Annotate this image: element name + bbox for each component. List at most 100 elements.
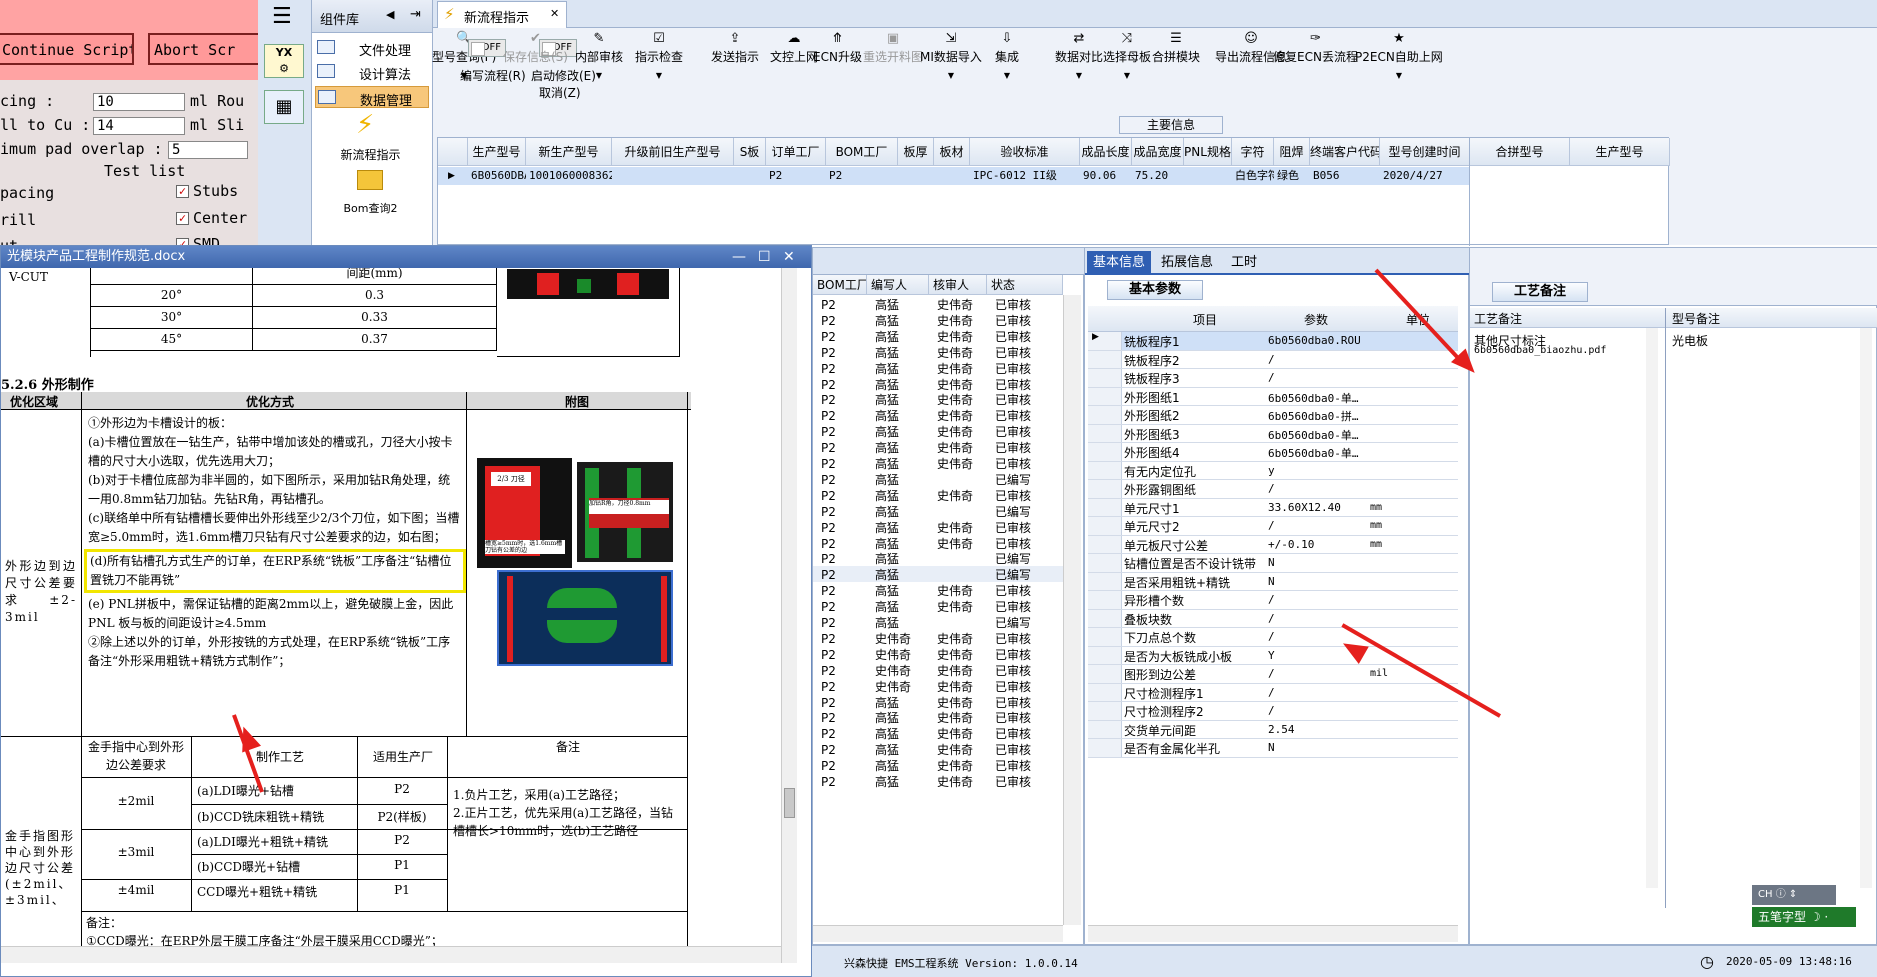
tab-basic-info[interactable]: 基本信息	[1087, 251, 1152, 275]
pad-overlap-input[interactable]: 5	[168, 141, 248, 159]
param-value[interactable]: /	[1268, 686, 1368, 699]
column-header[interactable]: 生产型号	[1570, 138, 1670, 166]
vertical-scrollbar[interactable]	[781, 268, 797, 963]
param-row[interactable]: 外形图纸2 6b0560dba0-拼…	[1088, 406, 1458, 425]
param-value[interactable]: 2.54	[1268, 723, 1368, 736]
bom-query-action[interactable]: Bom查询2	[312, 200, 429, 216]
toolbar-button-14[interactable]: ☰ 合拼模块	[1152, 32, 1200, 65]
vertical-scrollbar[interactable]	[1860, 328, 1872, 888]
param-row[interactable]: 外形图纸1 6b0560dba0-单…	[1088, 387, 1458, 406]
column-header[interactable]: 生产型号	[468, 138, 526, 166]
param-value[interactable]: /	[1268, 612, 1368, 625]
model-remark-text[interactable]: 光电板	[1672, 332, 1708, 349]
param-value[interactable]: /	[1268, 593, 1368, 606]
lightning-icon[interactable]: ⚡	[356, 110, 374, 140]
column-header[interactable]: 状态	[987, 275, 1063, 295]
toolbar-button-4[interactable]: ✎ 内部审核 ▼	[575, 32, 623, 81]
column-header[interactable]: 终端客户代码	[1310, 138, 1380, 166]
scroll-thumb[interactable]	[784, 788, 795, 818]
column-header[interactable]: 型号创建时间	[1380, 138, 1470, 166]
param-value[interactable]: +/-0.10	[1268, 538, 1368, 551]
table-cell[interactable]: 已审核	[995, 773, 1063, 792]
param-row[interactable]: 异形槽个数 /	[1088, 591, 1458, 610]
pin-icon[interactable]: ⇥	[410, 7, 421, 22]
param-row[interactable]: 单元板尺寸公差 +/-0.10 mm	[1088, 535, 1458, 554]
param-value[interactable]: /	[1268, 371, 1368, 384]
tab-extended-info[interactable]: 拓展信息	[1155, 251, 1219, 275]
vertical-scrollbar[interactable]	[1063, 295, 1081, 925]
column-header[interactable]: 编写人	[867, 275, 929, 295]
folder-icon[interactable]	[357, 170, 383, 190]
toolbar-button-17[interactable]: ★ P2ECN自助上网 ▼	[1355, 32, 1443, 81]
drill-to-cu-input[interactable]: 14	[93, 117, 185, 135]
vertical-scrollbar[interactable]	[1646, 328, 1658, 888]
param-row[interactable]: 叠板块数 /	[1088, 609, 1458, 628]
param-row[interactable]: 尺寸检测程序2 /	[1088, 702, 1458, 721]
calculator-icon[interactable]: ▦	[264, 90, 304, 124]
column-header[interactable]: 字符	[1232, 138, 1274, 166]
param-value[interactable]: N	[1268, 575, 1368, 588]
column-header[interactable]: S板	[734, 138, 766, 166]
param-row[interactable]: 图形到边公差 / mil	[1088, 665, 1458, 684]
column-header[interactable]: 合拼型号	[1470, 138, 1570, 166]
toolbar-button-9[interactable]: ▣ 重选开料图	[863, 32, 923, 65]
param-row[interactable]: 是否采用粗铣+精铣 N	[1088, 572, 1458, 591]
process-remark-file[interactable]: 6b0560dba0_biaozhu.pdf	[1474, 345, 1606, 356]
toolbar-button-10[interactable]: ⇲ MI数据导入 ▼	[920, 32, 982, 81]
horizontal-scrollbar[interactable]	[1, 946, 781, 963]
continue-script-button[interactable]: Continue Script	[0, 33, 134, 65]
param-value[interactable]: 6b0560dba0-单…	[1268, 390, 1368, 406]
lib-item-design-algorithm[interactable]: 设计算法	[315, 61, 429, 83]
param-value[interactable]: N	[1268, 741, 1368, 754]
param-row[interactable]: 单元尺寸2 /mm	[1088, 517, 1458, 536]
table-cell[interactable]: 高猛	[875, 773, 929, 792]
toolbar-button[interactable]: 取消(Z)	[539, 84, 581, 101]
toolbar-button-5[interactable]: ☑ 指示检查 ▼	[635, 32, 683, 81]
spacing-input[interactable]: 10	[93, 93, 185, 111]
lib-item-file-processing[interactable]: 文件处理	[315, 37, 429, 59]
column-header[interactable]: 订单工厂	[766, 138, 826, 166]
column-header[interactable]: 阻焊	[1274, 138, 1310, 166]
column-header[interactable]: 核审人	[929, 275, 987, 295]
column-header[interactable]: 成品长度	[1080, 138, 1132, 166]
column-header[interactable]: 板厚	[898, 138, 934, 166]
toolbar-button[interactable]: 编写流程(R)	[460, 67, 526, 84]
param-value[interactable]: 6b0560dba0-单…	[1268, 445, 1368, 461]
subtab-process-remarks[interactable]: 工艺备注	[1492, 282, 1588, 302]
lib-item-data-management[interactable]: 数据管理	[315, 86, 429, 109]
column-header[interactable]: 升级前旧生产型号	[612, 138, 734, 166]
column-header[interactable]: PNL规格	[1184, 138, 1232, 166]
abort-script-button[interactable]: Abort Scr	[148, 33, 262, 65]
param-row[interactable]: 下刀点总个数 /	[1088, 628, 1458, 647]
param-row[interactable]: 铣板程序3 /	[1088, 369, 1458, 388]
column-header[interactable]: BOM工厂	[826, 138, 898, 166]
param-value[interactable]: N	[1268, 556, 1368, 569]
table-cell[interactable]: 史伟奇	[937, 773, 987, 792]
horizontal-scrollbar[interactable]	[1088, 925, 1458, 942]
close-icon[interactable]: ✕	[550, 7, 559, 20]
param-row[interactable]: 交货单元间距 2.54	[1088, 720, 1458, 739]
minimize-icon[interactable]: —	[732, 246, 746, 268]
param-row[interactable]: ▶ 铣板程序1 6b0560dba0.ROU	[1088, 332, 1458, 351]
maximize-icon[interactable]: ☐	[758, 246, 771, 268]
param-row[interactable]: 铣板程序2 /	[1088, 350, 1458, 369]
tab-new-process[interactable]: ⚡ 新流程指示 ✕	[437, 1, 567, 28]
collapse-left-icon[interactable]: ◀	[386, 8, 394, 21]
yx-tool-icon[interactable]: YX ⚙	[264, 44, 304, 78]
param-value[interactable]: /	[1268, 353, 1368, 366]
param-value[interactable]: 6b0560dba0-拼…	[1268, 408, 1368, 424]
table-cell[interactable]: P2	[821, 773, 867, 792]
param-value[interactable]: y	[1268, 464, 1368, 477]
param-value[interactable]: 6b0560dba0.ROU	[1268, 334, 1368, 347]
toggle-switch[interactable]: OFF	[468, 39, 506, 57]
column-header[interactable]: BOM工厂	[813, 275, 867, 295]
column-header[interactable]: 板材	[934, 138, 970, 166]
param-row[interactable]: 单元尺寸1 33.60X12.40 mm	[1088, 498, 1458, 517]
param-value[interactable]: /	[1268, 667, 1368, 680]
param-value[interactable]: 33.60X12.40	[1268, 501, 1368, 514]
close-icon[interactable]: ✕	[783, 246, 795, 268]
tab-work-hours[interactable]: 工时	[1225, 251, 1263, 275]
toolbar-button-8[interactable]: ⤊ ECN升级	[813, 32, 862, 65]
toolbar-button-13[interactable]: ⤨ 选择母板 ▼	[1103, 32, 1151, 81]
toolbar-button-11[interactable]: ⇩ 集成 ▼	[995, 32, 1019, 81]
